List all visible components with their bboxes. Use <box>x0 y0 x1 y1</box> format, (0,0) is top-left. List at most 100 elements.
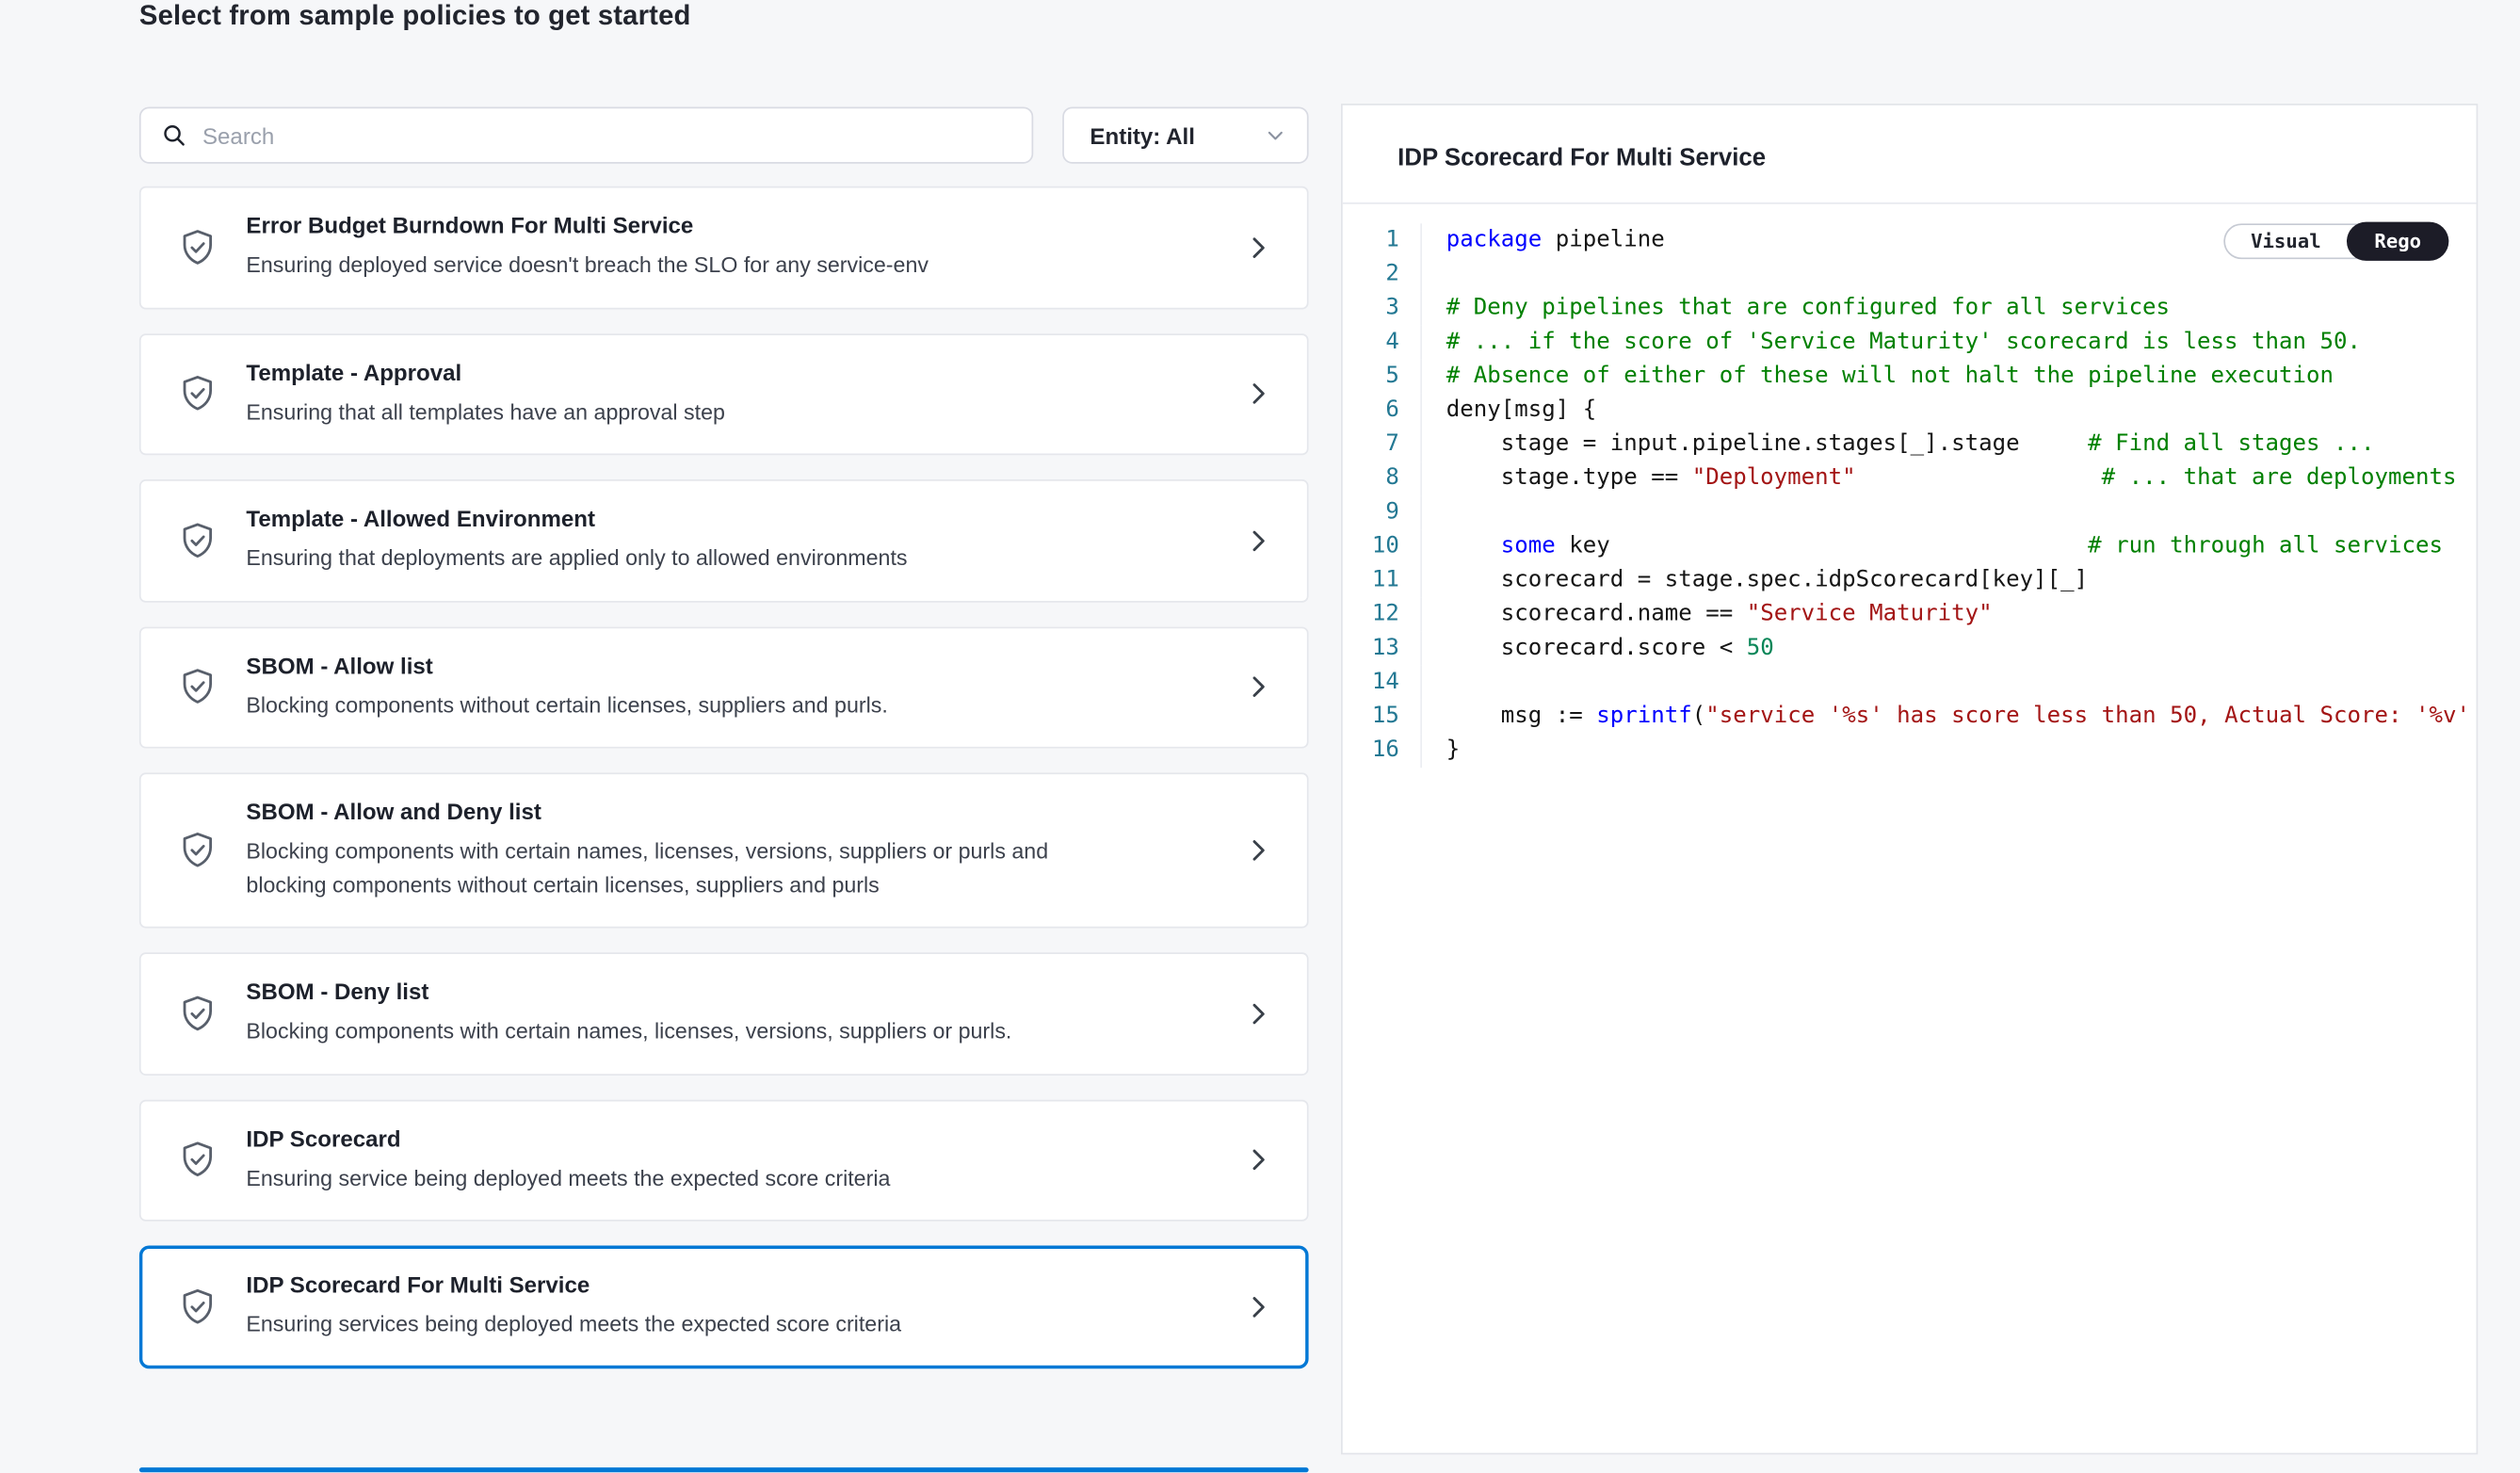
policy-shield-check-icon <box>176 1286 218 1328</box>
editor-mode-toggle: Visual Rego <box>2223 223 2449 259</box>
code-line-content: scorecard = stage.spec.idpScorecard[key]… <box>1420 563 2088 597</box>
code-line: 8 stage.type == "Deployment" # ... that … <box>1343 461 2477 495</box>
chevron-right-icon[interactable] <box>1242 378 1274 410</box>
line-number: 2 <box>1343 257 1421 291</box>
policy-detail-panel: IDP Scorecard For Multi Service Visual R… <box>1341 104 2478 1454</box>
code-line: 11 scorecard = stage.spec.idpScorecard[k… <box>1343 563 2477 597</box>
chevron-right-icon[interactable] <box>1242 232 1274 264</box>
chevron-right-icon[interactable] <box>1242 1144 1274 1176</box>
policy-shield-check-icon <box>176 226 218 268</box>
code-line-content: # ... if the score of 'Service Maturity'… <box>1420 326 2361 360</box>
chevron-right-icon[interactable] <box>1242 1290 1274 1322</box>
chevron-right-icon[interactable] <box>1242 997 1274 1029</box>
code-lines: 1package pipeline23# Deny pipelines that… <box>1343 223 2477 768</box>
policy-list-panel: Entity: All Error Budget Burndown For Mu… <box>139 107 1309 1368</box>
policy-title: Error Budget Burndown For Multi Service <box>246 212 929 238</box>
line-number: 4 <box>1343 326 1421 360</box>
search-icon <box>160 121 187 149</box>
policy-shield-check-icon <box>176 373 218 415</box>
policy-list-item[interactable]: SBOM - Deny list Blocking components wit… <box>139 952 1309 1075</box>
search-input[interactable] <box>202 122 1012 149</box>
code-line: 12 scorecard.name == "Service Maturity" <box>1343 598 2477 632</box>
code-line: 14 <box>1343 666 2477 700</box>
code-line: 6deny[msg] { <box>1343 394 2477 428</box>
policy-list: Error Budget Burndown For Multi Service … <box>139 186 1309 1368</box>
policy-list-item[interactable]: Template - Allowed Environment Ensuring … <box>139 479 1309 602</box>
policy-shield-check-icon <box>176 520 218 562</box>
policy-text: SBOM - Allow list Blocking components wi… <box>246 652 887 722</box>
policy-title: SBOM - Allow list <box>246 652 887 678</box>
code-editor[interactable]: Visual Rego 1package pipeline23# Deny pi… <box>1343 204 2477 768</box>
policy-shield-check-icon <box>176 1140 218 1182</box>
policy-title: SBOM - Deny list <box>246 979 1011 1005</box>
line-number: 14 <box>1343 666 1421 700</box>
chevron-right-icon[interactable] <box>1242 525 1274 557</box>
chevron-right-icon[interactable] <box>1242 834 1274 866</box>
code-line: 10 some key # run through all services <box>1343 529 2477 563</box>
policy-title: Template - Allowed Environment <box>246 506 907 532</box>
left-panel-bottom-accent <box>139 1467 1309 1472</box>
chevron-right-icon[interactable] <box>1242 672 1274 704</box>
code-line-content: scorecard.name == "Service Maturity" <box>1420 598 1992 632</box>
line-number: 16 <box>1343 734 1421 768</box>
policy-list-item[interactable]: SBOM - Allow list Blocking components wi… <box>139 626 1309 749</box>
line-number: 13 <box>1343 632 1421 666</box>
code-line-content: msg := sprintf("service '%s' has score l… <box>1420 700 2470 734</box>
policy-text: Template - Allowed Environment Ensuring … <box>246 506 907 576</box>
code-line-content: stage = input.pipeline.stages[_].stage #… <box>1420 428 2374 461</box>
line-number: 11 <box>1343 563 1421 597</box>
line-number: 12 <box>1343 598 1421 632</box>
policy-samples-page: Select from sample policies to get start… <box>0 0 2520 1472</box>
line-number: 1 <box>1343 223 1421 257</box>
code-line: 2 <box>1343 257 2477 291</box>
toggle-rego-button[interactable]: Rego <box>2347 222 2448 261</box>
policy-list-item[interactable]: Template - Approval Ensuring that all te… <box>139 332 1309 455</box>
entity-filter-dropdown[interactable]: Entity: All <box>1062 107 1308 164</box>
page-title: Select from sample policies to get start… <box>139 0 691 32</box>
policy-text: Error Budget Burndown For Multi Service … <box>246 212 929 283</box>
line-number: 15 <box>1343 700 1421 734</box>
entity-filter-label: Entity: All <box>1090 122 1194 149</box>
code-line-content: deny[msg] { <box>1420 394 1596 428</box>
policy-text: Template - Approval Ensuring that all te… <box>246 359 725 429</box>
chevron-down-icon <box>1263 123 1287 148</box>
filter-row: Entity: All <box>139 107 1309 164</box>
policy-description: Ensuring deployed service doesn't breach… <box>246 250 929 283</box>
code-line-content: package pipeline <box>1420 223 1664 257</box>
policy-description: Ensuring that deployments are applied on… <box>246 542 907 575</box>
policy-shield-check-icon <box>176 830 218 872</box>
line-number: 6 <box>1343 394 1421 428</box>
policy-text: IDP Scorecard Ensuring service being dep… <box>246 1125 890 1196</box>
policy-description: Ensuring that all templates have an appr… <box>246 397 725 429</box>
line-number: 3 <box>1343 292 1421 326</box>
line-number: 10 <box>1343 529 1421 563</box>
policy-description: Ensuring service being deployed meets th… <box>246 1162 890 1195</box>
policy-description: Blocking components without certain lice… <box>246 689 887 722</box>
search-box <box>139 107 1033 164</box>
policy-shield-check-icon <box>176 993 218 1035</box>
code-line-content: # Absence of either of these will not ha… <box>1420 360 2334 394</box>
policy-list-item[interactable]: SBOM - Allow and Deny list Blocking comp… <box>139 772 1309 928</box>
policy-description: Ensuring services being deployed meets t… <box>246 1309 901 1342</box>
policy-title: IDP Scorecard <box>246 1125 890 1152</box>
toggle-visual-button[interactable]: Visual <box>2225 225 2348 257</box>
code-line-content <box>1420 495 1446 529</box>
code-line-content: # Deny pipelines that are configured for… <box>1420 292 2170 326</box>
policy-text: SBOM - Deny list Blocking components wit… <box>246 979 1011 1049</box>
line-number: 8 <box>1343 461 1421 495</box>
code-line: 16} <box>1343 734 2477 768</box>
policy-list-item[interactable]: Error Budget Burndown For Multi Service … <box>139 186 1309 309</box>
policy-list-item[interactable]: IDP Scorecard For Multi Service Ensuring… <box>139 1246 1309 1368</box>
code-line: 7 stage = input.pipeline.stages[_].stage… <box>1343 428 2477 461</box>
code-line: 13 scorecard.score < 50 <box>1343 632 2477 666</box>
code-line-content <box>1420 257 1446 291</box>
policy-list-item[interactable]: IDP Scorecard Ensuring service being dep… <box>139 1099 1309 1222</box>
code-line-content: some key # run through all services <box>1420 529 2443 563</box>
line-number: 9 <box>1343 495 1421 529</box>
policy-title: IDP Scorecard For Multi Service <box>246 1271 901 1298</box>
line-number: 5 <box>1343 360 1421 394</box>
code-line: 4# ... if the score of 'Service Maturity… <box>1343 326 2477 360</box>
detail-title: IDP Scorecard For Multi Service <box>1397 144 2421 171</box>
policy-title: SBOM - Allow and Deny list <box>246 799 1121 825</box>
detail-header: IDP Scorecard For Multi Service <box>1343 105 2477 204</box>
